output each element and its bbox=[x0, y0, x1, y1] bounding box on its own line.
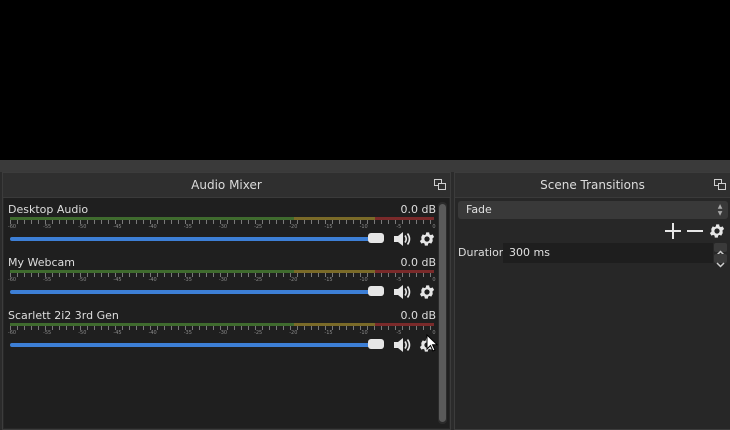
scrollbar-thumb[interactable] bbox=[439, 204, 446, 422]
undock-icon[interactable] bbox=[714, 179, 726, 190]
mixer-scrollbar[interactable] bbox=[438, 202, 447, 424]
meter-tick-label: -50 bbox=[78, 330, 87, 336]
volume-slider-handle[interactable] bbox=[368, 286, 384, 296]
meter-tick-label: -20 bbox=[289, 330, 298, 336]
minus-icon[interactable] bbox=[686, 222, 704, 240]
mixer-channel: Desktop Audio 0.0 dB -60 -55 -50 -45 -40 -35 -… bbox=[8, 203, 436, 253]
channel-name: Scarlett 2i2 3rd Gen bbox=[8, 309, 119, 322]
volume-slider[interactable] bbox=[10, 343, 376, 347]
meter-tick-labels: -60 -55 -50 -45 -40 -35 -30 -25 -20 -15 -10 -5 0 bbox=[8, 224, 438, 233]
scene-transitions-body: Fade ▲ ▼ Duration 300 ms bbox=[455, 198, 730, 430]
meter-tick-label: -15 bbox=[324, 224, 333, 230]
meter-tick-label: -20 bbox=[289, 277, 298, 283]
plus-icon[interactable] bbox=[664, 222, 682, 240]
meter-tick-label: -25 bbox=[254, 330, 263, 336]
meter-tick-label: -60 bbox=[7, 224, 17, 230]
gear-icon[interactable] bbox=[708, 222, 726, 240]
meter-tick-label: -10 bbox=[359, 277, 368, 283]
channel-db: 0.0 dB bbox=[400, 203, 436, 216]
audio-mixer-title: Audio Mixer bbox=[191, 178, 262, 192]
scene-transitions-dock: Scene Transitions Fade ▲ ▼ Duration 300 m… bbox=[454, 172, 730, 430]
meter-tick-label: -55 bbox=[43, 277, 52, 283]
meter-tick-label: -55 bbox=[43, 224, 52, 230]
duration-spinner[interactable] bbox=[714, 243, 727, 268]
duration-value: 300 ms bbox=[509, 246, 550, 259]
meter-tick-label: -60 bbox=[7, 330, 17, 336]
speaker-icon[interactable] bbox=[392, 336, 412, 354]
meter-tick-label: -25 bbox=[254, 277, 263, 283]
meter-tick-label: -10 bbox=[359, 224, 368, 230]
spin-up-icon[interactable] bbox=[714, 243, 727, 256]
meter-tick-label: -30 bbox=[218, 224, 228, 230]
spin-down-icon[interactable] bbox=[714, 254, 727, 268]
meter-tick-label: -40 bbox=[148, 224, 157, 230]
meter-tick-label: -15 bbox=[324, 277, 333, 283]
meter-tick-label: -10 bbox=[359, 330, 368, 336]
mixer-channel: My Webcam 0.0 dB -60 -55 -50 -45 -40 -35 -30 -2… bbox=[8, 256, 436, 306]
meter-tick-label: -50 bbox=[78, 224, 87, 230]
meter-tick-labels: -60 -55 -50 -45 -40 -35 -30 -25 -20 -15 -10 -5 0 bbox=[8, 277, 438, 286]
meter-tick-label: -25 bbox=[254, 224, 263, 230]
meter-tick-label: -20 bbox=[289, 224, 298, 230]
volume-slider-handle[interactable] bbox=[368, 339, 384, 349]
meter-tick-label: -45 bbox=[113, 277, 122, 283]
duration-label: Duration bbox=[458, 246, 506, 259]
channel-name: Desktop Audio bbox=[8, 203, 89, 216]
meter-tick-label: -15 bbox=[324, 330, 333, 336]
volume-slider-handle[interactable] bbox=[368, 233, 384, 243]
meter-tick-label: -55 bbox=[43, 330, 52, 336]
meter-tick-label: -40 bbox=[148, 330, 157, 336]
speaker-icon[interactable] bbox=[392, 283, 412, 301]
gear-icon[interactable] bbox=[418, 283, 436, 301]
meter-tick-label: -35 bbox=[183, 224, 192, 230]
cursor-icon bbox=[426, 334, 438, 352]
audio-mixer-dock: Audio Mixer Desktop Audio 0.0 dB -60 -55 -… bbox=[2, 172, 451, 430]
meter-tick-label: -30 bbox=[218, 330, 228, 336]
duration-input[interactable]: 300 ms bbox=[503, 243, 713, 263]
meter-tick-label: -45 bbox=[113, 224, 122, 230]
speaker-icon[interactable] bbox=[392, 230, 412, 248]
meter-tick-label: -60 bbox=[7, 277, 17, 283]
meter-tick-label: -35 bbox=[183, 277, 192, 283]
meter-tick-label: -30 bbox=[218, 277, 228, 283]
volume-slider[interactable] bbox=[10, 237, 376, 241]
channel-db: 0.0 dB bbox=[400, 256, 436, 269]
chevron-updown-icon: ▲ ▼ bbox=[717, 203, 723, 217]
audio-mixer-title-bar: Audio Mixer bbox=[3, 173, 450, 198]
channel-name: My Webcam bbox=[8, 256, 75, 269]
transition-select[interactable]: Fade ▲ ▼ bbox=[458, 201, 728, 219]
meter-tick-label: -45 bbox=[113, 330, 122, 336]
scene-transitions-title: Scene Transitions bbox=[540, 178, 645, 192]
meter-tick-label: -40 bbox=[148, 277, 157, 283]
meter-tick-label: -50 bbox=[78, 277, 87, 283]
meter-tick-label: -35 bbox=[183, 330, 192, 336]
volume-slider[interactable] bbox=[10, 290, 376, 294]
scene-transitions-title-bar: Scene Transitions bbox=[455, 173, 730, 198]
meter-tick-labels: -60 -55 -50 -45 -40 -35 -30 -25 -20 -15 -10 -5 0 bbox=[8, 330, 438, 339]
mixer-list: Desktop Audio 0.0 dB -60 -55 -50 -45 -40 -35 -… bbox=[4, 198, 449, 428]
preview-canvas[interactable] bbox=[0, 0, 730, 160]
gear-icon[interactable] bbox=[418, 230, 436, 248]
channel-db: 0.0 dB bbox=[400, 309, 436, 322]
dock-splitter[interactable] bbox=[0, 160, 730, 172]
transition-select-value: Fade bbox=[466, 203, 492, 216]
mixer-channel: Scarlett 2i2 3rd Gen 0.0 dB -60 -55 -50 -45… bbox=[8, 309, 436, 359]
undock-icon[interactable] bbox=[434, 179, 446, 190]
